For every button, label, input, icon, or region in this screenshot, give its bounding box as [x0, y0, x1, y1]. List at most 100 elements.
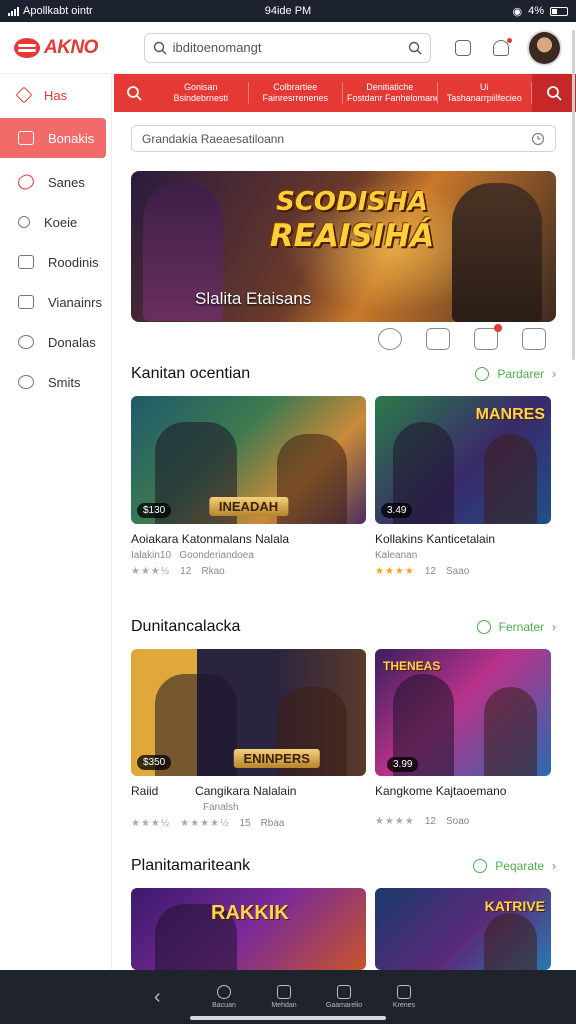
sidebar: Has Bonakis Sanes Koeie Roodinis Vianain…: [0, 74, 112, 970]
chat-icon[interactable]: [378, 328, 402, 350]
keyboard-icon: [18, 255, 34, 269]
rating-stars: ★★★★: [375, 566, 415, 577]
rating-stars: ★★★½: [131, 566, 171, 577]
message-icon[interactable]: [474, 324, 502, 350]
sidebar-item-games[interactable]: Sanes: [0, 162, 111, 202]
leaf-icon: [475, 367, 490, 381]
search-icon: [217, 985, 231, 999]
search-icon: [153, 41, 167, 54]
nav-item-library[interactable]: Gaamarelio: [314, 985, 374, 1009]
game-card[interactable]: KATRIVE: [375, 888, 551, 970]
chevron-right-icon: ›: [552, 620, 556, 634]
game-card[interactable]: ENINPERS $350 Raiid Cangikara Nalalain F…: [131, 649, 366, 829]
battery-icon: [550, 6, 568, 16]
section-header: Planitamariteank Peqarate ›: [131, 857, 556, 875]
category-title: Gonisan: [183, 82, 218, 92]
rating-stars: ★★★★½: [180, 818, 230, 829]
price-badge: $350: [137, 755, 172, 770]
game-meta: Ialakin10 Goonderiandoea: [131, 550, 366, 561]
category-tab[interactable]: Gonisan Bsindebrnesti: [154, 82, 249, 104]
rating-extra: Rkao: [201, 566, 225, 577]
controller-icon: [277, 985, 291, 999]
check-icon[interactable]: [522, 328, 546, 350]
game-title-b: Cangikara Nalalain: [195, 784, 297, 798]
category-tab[interactable]: DenitiaticheFostdanr Fanhelomanetrls: [343, 82, 438, 104]
game-title-a: Raiid: [131, 784, 159, 798]
game-title: Kollakins Kanticetalain: [375, 532, 496, 546]
sidebar-item-search[interactable]: Koeie: [0, 202, 111, 242]
section-more-link[interactable]: Fernater ›: [476, 620, 556, 634]
game-logo-text: THENEAS: [383, 659, 441, 673]
rating-count: 12: [424, 566, 436, 577]
section-title: Kanitan ocentian: [131, 365, 251, 382]
logo-text: AKNO: [44, 36, 98, 58]
controller-icon[interactable]: [454, 39, 471, 56]
stats-icon: [18, 375, 34, 389]
scrollbar[interactable]: [572, 30, 575, 360]
game-card[interactable]: INEADAH $130 Aoiakara Katonmalans Nalala…: [131, 396, 366, 577]
sidebar-item-stats[interactable]: Smits: [0, 362, 111, 402]
section-more-label: Pardarer: [497, 367, 544, 381]
sidebar-item-library[interactable]: Bonakis: [0, 118, 106, 158]
app-logo[interactable]: AKNO: [14, 37, 142, 59]
hero-banner[interactable]: SCODISHA REAISIHÁ Slalita Etaisans: [131, 171, 556, 322]
hero-title: SCODISHA REAISIHÁ: [227, 185, 477, 253]
category-search-icon[interactable]: [114, 74, 154, 112]
nav-item-label: Bacuan: [212, 1002, 236, 1009]
rating-stars: ★★★★: [375, 816, 415, 827]
game-banner-text: ENINPERS: [233, 749, 320, 768]
content-search-placeholder: Grandakia Raeaesatiloann: [142, 131, 285, 146]
avatar[interactable]: [526, 29, 562, 66]
price-badge: 3.99: [387, 757, 419, 772]
game-title: Kangkome Kajtaoemano: [375, 784, 507, 798]
rating-count: 15: [239, 818, 251, 829]
search-submit-icon[interactable]: [408, 41, 422, 55]
game-card[interactable]: MANRES 3.49 Kollakins Kanticetalain Kale…: [375, 396, 551, 577]
game-logo-text: MANRES: [475, 406, 545, 423]
section-more-link[interactable]: Peqarate ›: [473, 859, 556, 873]
content-search-input[interactable]: Grandakia Raeaesatiloann: [131, 125, 556, 152]
video-icon: [18, 295, 34, 309]
search-icon: [547, 86, 562, 101]
game-card[interactable]: THENEAS 3.99 Kangkome Kajtaoemano ★★★★ 12…: [375, 649, 551, 827]
sidebar-item-label: Smits: [48, 374, 81, 390]
game-thumbnail: RAKKIK: [131, 888, 366, 970]
games-icon: [15, 171, 37, 193]
hero-title-line1: SCODISHA: [276, 187, 428, 217]
category-tab[interactable]: Ui Tashanarrpiilfecieo: [438, 82, 532, 104]
nav-item-games[interactable]: Mehdan: [254, 985, 314, 1009]
battery-percent: 4%: [528, 5, 544, 17]
notification-icon[interactable]: [492, 37, 512, 56]
category-title: Denitiatiche: [366, 82, 414, 92]
signal-icon: [8, 6, 19, 16]
sidebar-item-deals[interactable]: Donalas: [0, 322, 111, 362]
game-meta: Kaleanan: [375, 550, 418, 561]
status-bar: Apollkabt ointr 94ide PM ◉ 4%: [0, 0, 576, 22]
home-indicator[interactable]: [190, 1016, 386, 1020]
category-tab[interactable]: Colbrartiee Fainresrrenenes: [249, 82, 343, 104]
back-icon[interactable]: ‹: [154, 986, 180, 1009]
sidebar-item-video[interactable]: Vianainrs: [0, 282, 111, 322]
game-logo-text: RAKKIK: [211, 902, 289, 924]
clock-icon[interactable]: [531, 132, 545, 146]
sidebar-item-keyboard[interactable]: Roodinis: [0, 242, 111, 282]
game-thumbnail: INEADAH $130: [131, 396, 366, 524]
home-icon: [15, 86, 33, 104]
sidebar-item-home[interactable]: Has: [0, 74, 111, 116]
hero-toolbar: [378, 324, 546, 350]
rating-extra: Saao: [445, 566, 470, 577]
tablet-icon[interactable]: [426, 328, 450, 350]
section-more-label: Peqarate: [495, 859, 544, 873]
category-search-button[interactable]: [532, 74, 576, 112]
game-card[interactable]: RAKKIK: [131, 888, 366, 970]
wifi-icon: ◉: [512, 5, 523, 18]
search-input[interactable]: ibditoenomangt: [143, 32, 431, 63]
nav-item-store[interactable]: Krenes: [374, 985, 434, 1009]
section-more-link[interactable]: Pardarer ›: [475, 367, 556, 381]
nav-item-label: Krenes: [392, 1002, 416, 1009]
game-title: Raiid Cangikara Nalalain: [131, 784, 366, 798]
nav-item-search[interactable]: Bacuan: [194, 985, 254, 1009]
game-meta: Fanalsh: [203, 802, 239, 813]
leaf-icon: [473, 859, 488, 873]
deals-icon: [18, 335, 34, 349]
